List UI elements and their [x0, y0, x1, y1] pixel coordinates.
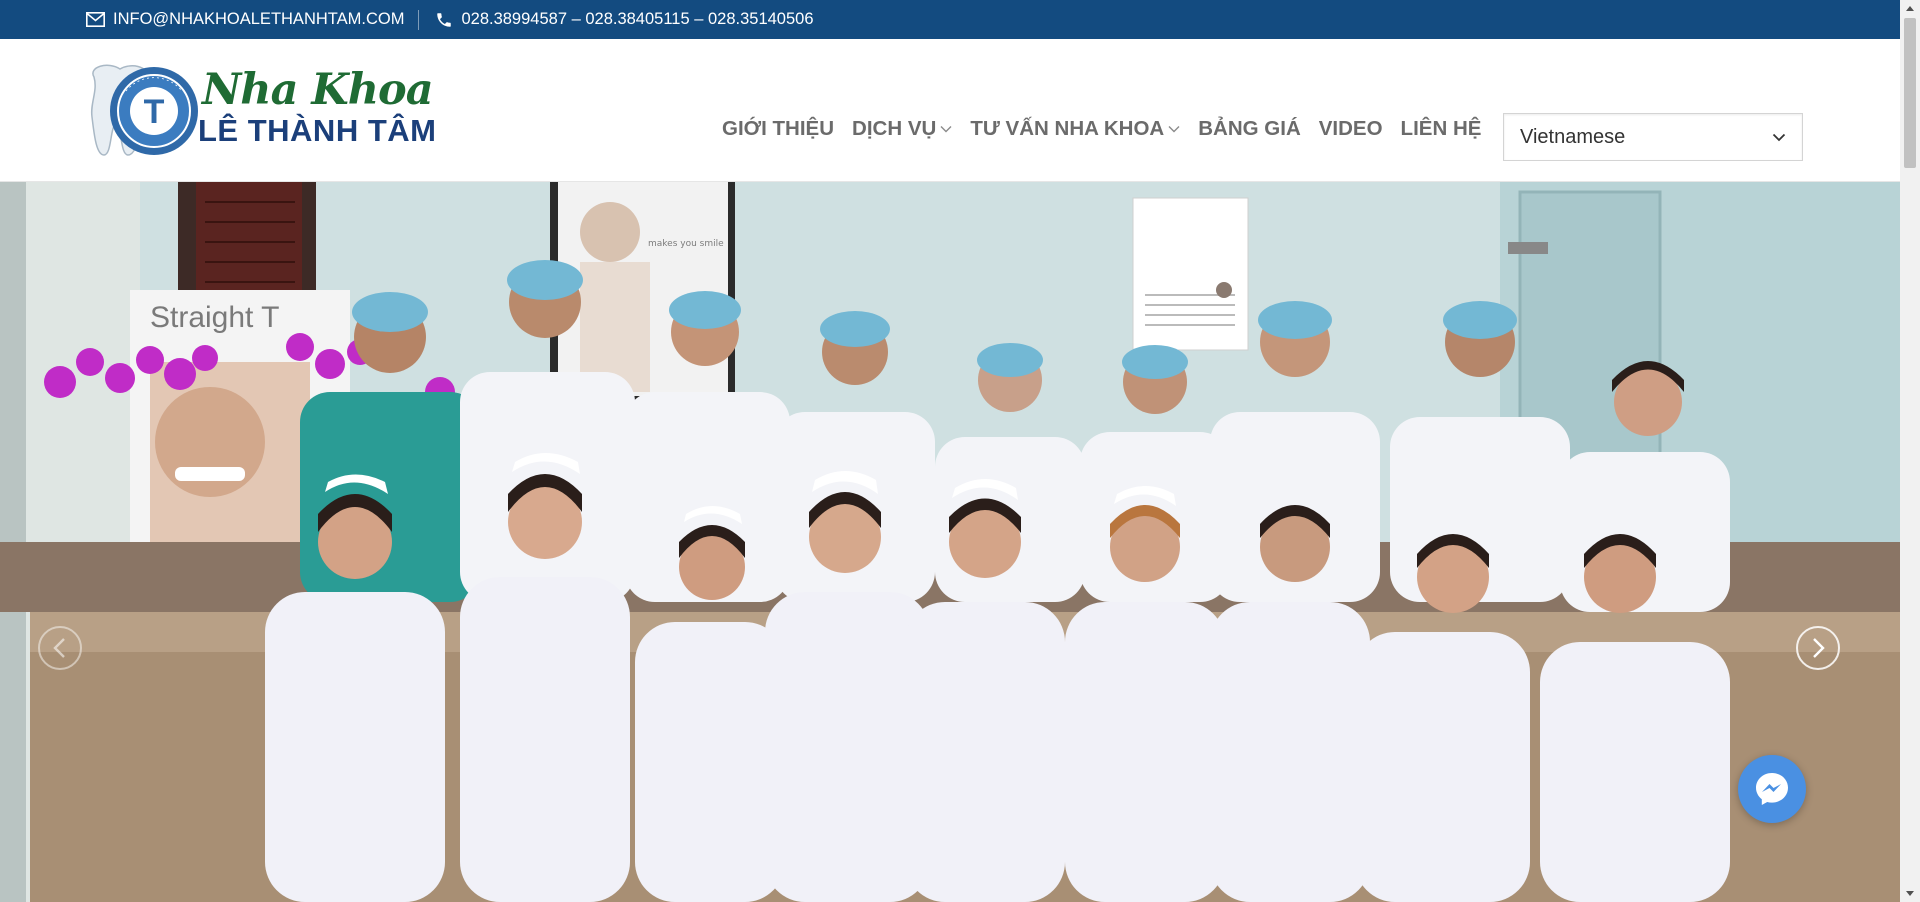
scroll-up-arrow[interactable] — [1900, 0, 1920, 17]
nav-label: TƯ VẤN NHA KHOA — [970, 117, 1165, 140]
site-header: T Nha Khoa LÊ THÀNH TÂM GIỚI THIỆU DỊCH … — [0, 39, 1900, 182]
site-logo[interactable]: T Nha Khoa LÊ THÀNH TÂM — [86, 63, 496, 163]
top-contact-bar: INFO@NHAKHOALETHANHTAM.COM 028.38994587 … — [0, 0, 1900, 39]
hero-slide-image: makes you smile Straight T — [0, 182, 1900, 902]
main-navigation: GIỚI THIỆU DỊCH VỤ TƯ VẤN NHA KHOA BẢNG … — [722, 117, 1481, 141]
chevron-down-icon — [1168, 126, 1180, 133]
svg-text:makes you smile: makes you smile — [648, 239, 724, 249]
chevron-right-icon — [1813, 638, 1825, 658]
svg-text:Straight T: Straight T — [150, 301, 280, 334]
divider — [418, 9, 420, 30]
email-contact[interactable]: INFO@NHAKHOALETHANHTAM.COM — [86, 10, 404, 29]
nav-label: LIÊN HỆ — [1400, 117, 1482, 140]
hero-slider: makes you smile Straight T — [0, 182, 1900, 902]
svg-text:T: T — [144, 93, 165, 131]
phone-icon — [435, 11, 453, 29]
mail-icon — [86, 12, 105, 27]
email-text[interactable]: INFO@NHAKHOALETHANHTAM.COM — [113, 10, 404, 29]
scroll-down-arrow[interactable] — [1900, 885, 1920, 902]
nav-item-dich-vu[interactable]: DỊCH VỤ — [852, 117, 952, 141]
chevron-down-icon — [940, 126, 952, 133]
slider-prev-button[interactable] — [38, 626, 82, 670]
messenger-icon — [1756, 773, 1788, 805]
logo-name-text: LÊ THÀNH TÂM — [198, 113, 437, 148]
chevron-down-icon — [1772, 133, 1786, 141]
nav-label: BẢNG GIÁ — [1198, 117, 1301, 140]
chevron-left-icon — [53, 638, 65, 658]
nav-item-gioi-thieu[interactable]: GIỚI THIỆU — [722, 117, 834, 141]
nav-item-bang-gia[interactable]: BẢNG GIÁ — [1198, 117, 1301, 141]
page-scrollbar[interactable] — [1900, 0, 1920, 902]
nav-item-lien-he[interactable]: LIÊN HỆ — [1401, 117, 1482, 141]
nav-label: GIỚI THIỆU — [722, 117, 835, 140]
language-select-value: Vietnamese — [1520, 125, 1626, 148]
tooth-logo-icon: T — [90, 64, 198, 156]
nav-label: DỊCH VỤ — [852, 117, 937, 140]
nav-item-tu-van-nha-khoa[interactable]: TƯ VẤN NHA KHOA — [970, 117, 1180, 141]
phone-numbers[interactable]: 028.38994587 – 028.38405115 – 028.351405… — [461, 10, 813, 29]
nav-item-video[interactable]: VIDEO — [1319, 117, 1383, 141]
nav-label: VIDEO — [1318, 117, 1383, 140]
phone-contact[interactable]: 028.38994587 – 028.38405115 – 028.351405… — [435, 10, 814, 29]
scrollbar-thumb[interactable] — [1904, 18, 1916, 168]
messenger-chat-button[interactable] — [1738, 755, 1806, 823]
logo-script-text: Nha Khoa — [202, 65, 434, 115]
slider-next-button[interactable] — [1796, 626, 1840, 670]
language-select[interactable]: Vietnamese — [1503, 113, 1803, 161]
